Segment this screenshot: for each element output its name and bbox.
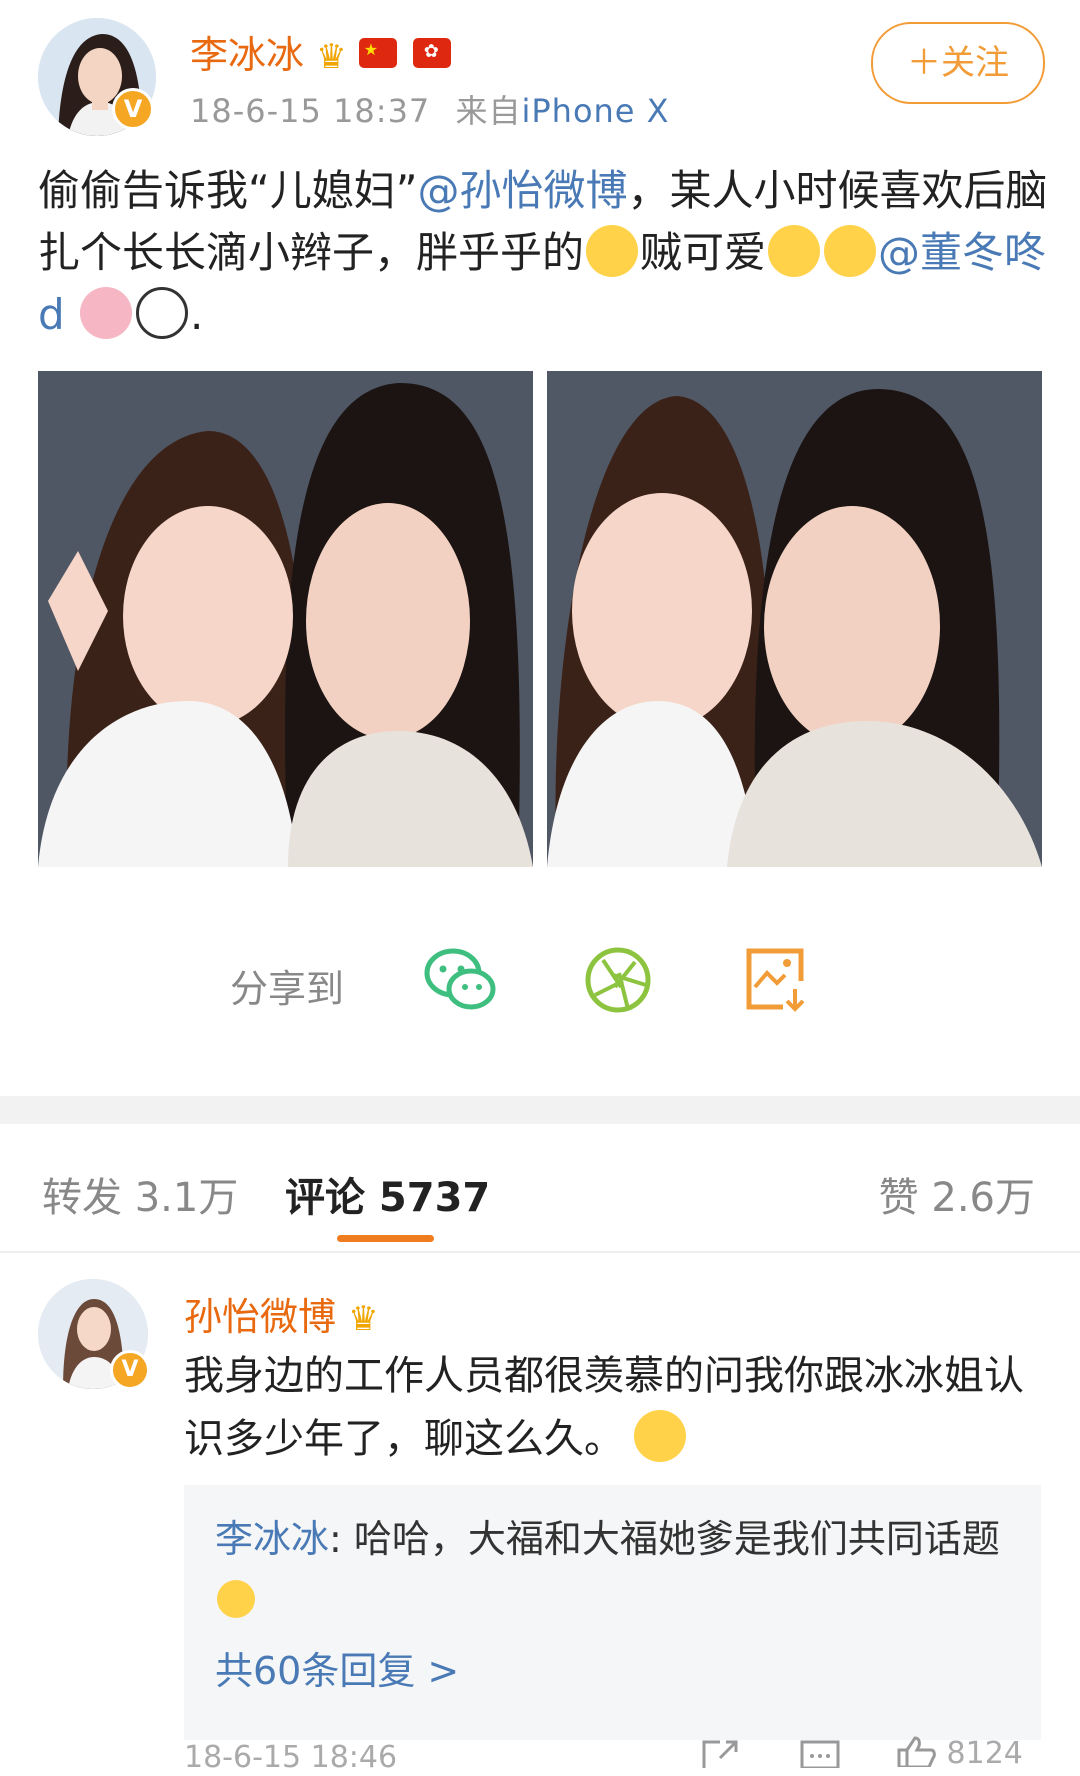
- panda-emoji-icon: [136, 287, 189, 339]
- crown-icon: ♛: [316, 37, 347, 77]
- smile-emoji-icon: [634, 1410, 686, 1462]
- post-source-prefix: 来自: [455, 92, 522, 130]
- comment-text: 我身边的工作人员都很羡慕的问我你跟冰冰姐认识多少年了，聊这么久。: [184, 1345, 1044, 1471]
- smile-emoji-icon: [768, 225, 821, 277]
- tab-reposts[interactable]: 转发 3.1万: [42, 1165, 238, 1223]
- thinking-emoji-icon: [586, 225, 639, 277]
- reply-text: 李冰冰: 哈哈，大福和大福她爹是我们共同话题: [215, 1509, 1015, 1629]
- comment-like-count: 8124: [946, 1736, 1023, 1771]
- reply-body: 哈哈，大福和大福她爹是我们共同话题: [353, 1517, 1000, 1561]
- selfie-photo-image: [38, 371, 533, 867]
- comment-body: 我身边的工作人员都很羡慕的问我你跟冰冰姐认识多少年了，聊这么久。: [184, 1353, 1024, 1462]
- mention-link[interactable]: @孙怡微博: [418, 166, 628, 215]
- verified-badge-icon: V: [110, 1350, 150, 1390]
- wechat-icon[interactable]: [423, 945, 499, 1019]
- post-photo-2[interactable]: [547, 371, 1042, 867]
- comment-share-icon[interactable]: [700, 1738, 740, 1776]
- tab-comments[interactable]: 评论 5737: [285, 1165, 490, 1223]
- thumbs-up-icon: [897, 1736, 936, 1769]
- comment-reply-icon[interactable]: [800, 1738, 840, 1776]
- reply-author[interactable]: 李冰冰: [215, 1517, 329, 1561]
- post-timestamp: 18-6-15 18:37: [190, 92, 431, 130]
- tab-likes[interactable]: 赞 2.6万: [879, 1165, 1035, 1223]
- active-tab-indicator: [337, 1235, 434, 1242]
- post-text-part: 贼可爱: [640, 228, 767, 277]
- smile-emoji-icon: [824, 225, 877, 277]
- pig-emoji-icon: [80, 287, 133, 339]
- china-flag-icon: ★: [358, 38, 397, 68]
- post-text-part: 偷偷告诉我“儿媳妇”: [38, 166, 418, 215]
- crown-icon: ♛: [348, 1299, 379, 1339]
- hongkong-flag-icon: ✿: [412, 38, 451, 68]
- section-divider: [0, 1096, 1080, 1124]
- verified-badge-icon: V: [112, 88, 154, 130]
- comment-author-line: 孙怡微博 ♛: [184, 1286, 379, 1341]
- tab-divider: [0, 1251, 1080, 1253]
- save-image-icon[interactable]: [743, 945, 809, 1019]
- comment-timestamp: 18-6-15 18:46: [184, 1740, 398, 1775]
- post-author-name[interactable]: 李冰冰: [190, 33, 304, 77]
- post-text: 偷偷告诉我“儿媳妇”@孙怡微博，某人小时候喜欢后脑扎个长长滴小辫子，胖乎乎的 贼可…: [38, 160, 1048, 346]
- share-label: 分享到: [230, 967, 345, 1011]
- post-text-part: .: [190, 290, 204, 339]
- comment-author-name[interactable]: 孙怡微博: [184, 1295, 336, 1339]
- post-author-line: 李冰冰 ♛ ★ ✿: [190, 24, 451, 79]
- comment-like-button[interactable]: 8124: [895, 1736, 1023, 1775]
- follow-button[interactable]: ＋关注: [871, 22, 1045, 104]
- post-photo-1[interactable]: [38, 371, 533, 867]
- smile-emoji-icon: [217, 1580, 255, 1618]
- reply-separator: :: [329, 1517, 354, 1561]
- selfie-photo-image: [547, 371, 1042, 867]
- post-meta: 18-6-15 18:37 来自iPhone X: [190, 86, 670, 132]
- moments-icon[interactable]: [583, 945, 653, 1019]
- post-source-device[interactable]: iPhone X: [521, 92, 669, 130]
- view-all-replies-link[interactable]: 共60条回复 >: [215, 1640, 459, 1695]
